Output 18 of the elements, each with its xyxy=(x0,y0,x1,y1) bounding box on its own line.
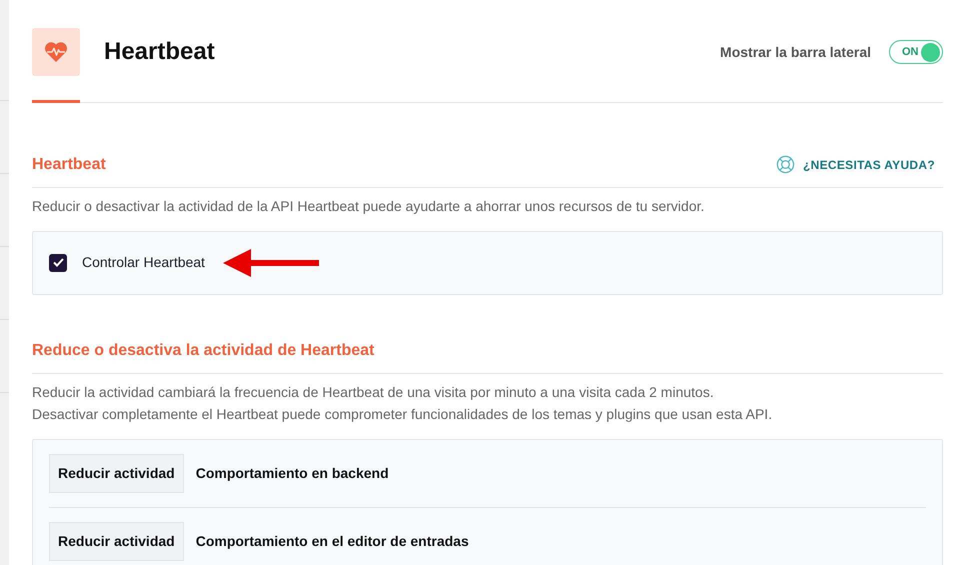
description-text: Desactivar completamente el Heartbeat puede comprometer funcionalidades de los temas y plugins que usan esta API. xyxy=(32,404,774,424)
checkbox-label: Controlar Heartbeat xyxy=(82,253,205,272)
section-title: Heartbeat xyxy=(32,154,106,174)
option-label: Comportamiento en backend xyxy=(196,464,389,483)
page-title: Heartbeat xyxy=(104,37,215,67)
activity-select[interactable]: Reducir actividad xyxy=(49,522,184,560)
option-label: Comportamiento en el editor de entradas xyxy=(196,532,469,551)
toggle-label: Mostrar la barra lateral xyxy=(720,42,871,62)
description-text: Reducir o desactivar la actividad de la API Heartbeat puede ayudarte a ahorrar unos recursos de tu servidor. xyxy=(32,196,706,216)
activity-select[interactable]: Reducir actividad xyxy=(49,454,184,492)
active-tab-indicator xyxy=(32,100,80,103)
description-text: Reducir la actividad cambiará la frecuencia de Heartbeat de una visita por minuto a una visita cada 2 minutos. xyxy=(32,382,715,402)
check-icon xyxy=(52,258,64,267)
checkbox[interactable] xyxy=(49,254,67,272)
heartbeat-icon xyxy=(32,28,80,76)
lifebuoy-icon xyxy=(776,155,795,174)
help-link[interactable]: ¿NECESITAS AYUDA? xyxy=(776,155,935,174)
section-title: Reduce o desactiva la actividad de Heartbeat xyxy=(32,340,374,360)
